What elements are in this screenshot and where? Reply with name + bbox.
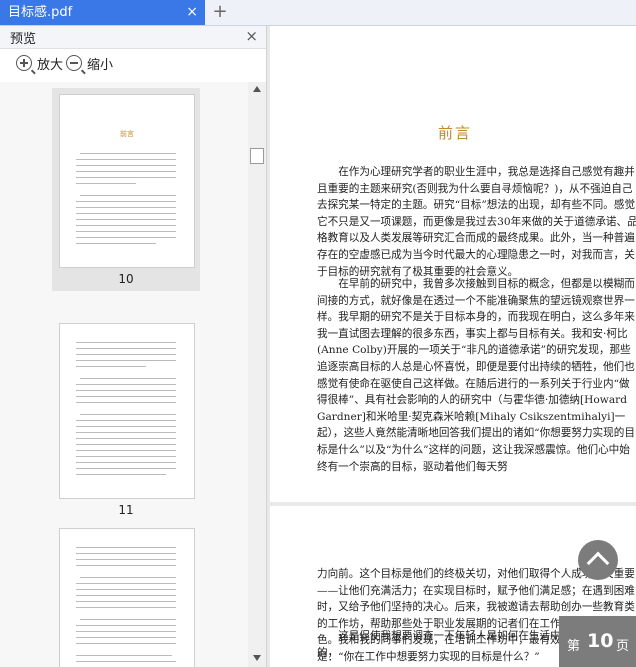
text-line [76, 342, 176, 343]
text-line [80, 378, 176, 379]
zoom-out-button[interactable]: 缩小 [66, 55, 113, 75]
text-line [80, 195, 176, 196]
sidebar-header: 预览 × [0, 26, 266, 49]
text-line [76, 231, 176, 232]
text-line [76, 219, 176, 220]
text-line [76, 655, 172, 656]
text-line [76, 360, 176, 361]
paragraph: 在作为心理研究学者的职业生涯中，我总是选择自己感觉有趣并且重要的主题来研究(否则… [317, 166, 636, 278]
text-line [76, 159, 176, 160]
new-tab-button[interactable]: + [211, 2, 229, 22]
zoom-out-icon [66, 55, 82, 71]
text-line [76, 547, 176, 548]
text-line [76, 462, 176, 463]
text-line [80, 414, 176, 415]
zoom-in-icon [16, 55, 32, 71]
text-line [76, 225, 176, 226]
text-line [76, 553, 176, 554]
text-line [76, 474, 166, 475]
text-line [76, 661, 176, 662]
scroll-to-top-button[interactable] [578, 540, 618, 580]
text-line [76, 213, 176, 214]
thumbnail-page-11[interactable] [59, 323, 195, 499]
text-line [76, 559, 176, 560]
text-line [76, 625, 176, 626]
text-line [76, 201, 176, 202]
page-heading: 前言 [437, 124, 472, 142]
sidebar-close-icon[interactable]: × [245, 27, 258, 45]
text-line [76, 237, 176, 238]
page-indicator-prefix: 第 [567, 639, 581, 654]
preview-sidebar: 预览 × 放大 缩小 前言 10 11 [0, 26, 267, 667]
text-line [76, 643, 176, 644]
text-line [76, 354, 176, 355]
sidebar-title: 预览 [10, 32, 37, 47]
paragraph: 在早前的研究中，我曾多次接触到目标的概念，但都是以模糊而间接的方式，就好像是在透… [317, 278, 635, 473]
zoom-in-label: 放大 [37, 58, 64, 73]
page-indicator-suffix: 页 [616, 639, 630, 654]
text-line [76, 468, 176, 469]
text-line [76, 565, 176, 566]
tab-document[interactable]: 目标感.pdf × [0, 0, 205, 25]
document-page-10: 前言 在作为心理研究学者的职业生涯中，我总是选择自己感觉有趣并且重要的主题来研究… [270, 26, 636, 502]
text-line [76, 420, 176, 421]
thumbnail-page-number: 11 [118, 503, 134, 517]
text-line [76, 402, 176, 403]
text-line [76, 456, 176, 457]
zoom-in-button[interactable]: 放大 [16, 55, 63, 75]
text-line [76, 444, 176, 445]
text-line [76, 207, 176, 208]
tab-close-icon[interactable]: × [186, 0, 198, 25]
text-line [76, 607, 176, 608]
thumbnail-page-10[interactable]: 前言 [59, 94, 195, 268]
text-line [76, 595, 176, 596]
scroll-down-icon[interactable] [253, 655, 261, 661]
text-line [76, 183, 136, 184]
text-line [76, 171, 176, 172]
thumbnail-page-12[interactable] [59, 528, 195, 667]
text-line [76, 438, 176, 439]
thumbnail-scrollbar[interactable] [248, 82, 266, 667]
text-line [76, 426, 176, 427]
text-line [76, 396, 176, 397]
text-line [76, 432, 176, 433]
zoom-out-label: 缩小 [87, 58, 114, 73]
zoom-toolbar: 放大 缩小 [0, 49, 266, 81]
text-line [76, 348, 176, 349]
text-line [76, 589, 176, 590]
text-line [76, 243, 156, 244]
text-line [76, 583, 176, 584]
thumbnail-page-number: 10 [118, 272, 134, 286]
text-line [76, 384, 176, 385]
text-line [80, 153, 176, 154]
tab-title: 目标感.pdf [8, 5, 73, 20]
page-indicator-number: 10 [587, 630, 614, 652]
text-line [76, 366, 146, 367]
tab-bar: 目标感.pdf × + [0, 0, 636, 26]
text-line [76, 165, 176, 166]
text-line [76, 631, 176, 632]
scroll-up-icon[interactable] [253, 86, 261, 92]
thumbnail-heading: 前言 [120, 130, 134, 138]
scroll-thumb[interactable] [250, 148, 264, 164]
text-line [76, 177, 176, 178]
page-indicator: 第 10 页 [559, 616, 636, 667]
text-line [80, 577, 176, 578]
thumbnail-list: 前言 10 11 [0, 82, 248, 667]
text-line [76, 601, 176, 602]
text-line [76, 637, 176, 638]
text-line [76, 450, 176, 451]
text-line [76, 390, 176, 391]
text-line [80, 619, 176, 620]
